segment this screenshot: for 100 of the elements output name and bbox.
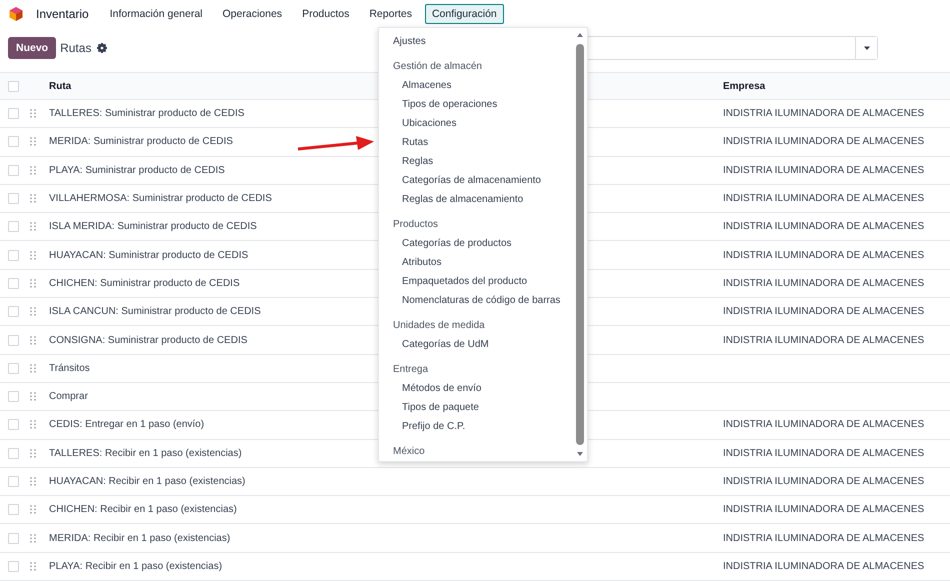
- row-checkbox[interactable]: [8, 362, 19, 374]
- row-checkbox[interactable]: [8, 193, 19, 204]
- menu-item[interactable]: Ubicaciones: [379, 114, 456, 133]
- menu-item[interactable]: Prefijo de C.P.: [379, 417, 466, 436]
- menu-item[interactable]: Rutas: [379, 133, 428, 152]
- table-cell: Comprar: [49, 391, 88, 402]
- menu-item[interactable]: Categorías de UdM: [379, 335, 489, 354]
- row-checkbox[interactable]: [8, 504, 19, 516]
- drag-handle-icon[interactable]: [30, 194, 36, 204]
- table-cell: INDISTRIA ILUMINADORA DE ALMACENES: [723, 164, 924, 176]
- nav-menu-item[interactable]: Configuración: [424, 4, 504, 24]
- caret-icon: [862, 45, 870, 51]
- drag-handle-icon[interactable]: [30, 392, 36, 402]
- table-cell: HUAYACAN: Recibir en 1 paso (existencias): [49, 476, 246, 487]
- table-cell: INDISTRIA ILUMINADORA DE ALMACENES: [723, 278, 924, 289]
- scroll-up-icon[interactable]: [576, 32, 584, 38]
- table-cell: INDISTRIA ILUMINADORA DE ALMACENES: [723, 136, 924, 148]
- table-cell: TALLERES: Recibir en 1 paso (existencias): [49, 448, 242, 459]
- menu-item[interactable]: Tipos de paquete: [379, 398, 479, 417]
- menu-item[interactable]: Almacenes: [379, 76, 452, 95]
- row-checkbox[interactable]: [8, 391, 19, 402]
- menu-section-header: Gestión de almacén: [392, 60, 482, 74]
- table-cell: Tránsitos: [49, 362, 90, 374]
- menu-item[interactable]: Métodos de envío: [379, 379, 482, 398]
- table-cell: CONSIGNA: Suministrar producto de CEDIS: [49, 334, 248, 346]
- menu-section-header: Productos: [392, 218, 438, 232]
- table-cell: INDISTRIA ILUMINADORA DE ALMACENES: [723, 560, 924, 572]
- drag-handle-icon[interactable]: [30, 222, 36, 232]
- table-cell: INDISTRIA ILUMINADORA DE ALMACENES: [723, 419, 924, 430]
- drag-handle-icon[interactable]: [30, 364, 36, 373]
- app-logo-icon[interactable]: [8, 6, 24, 22]
- menu-item[interactable]: Atributos: [379, 253, 442, 272]
- new-button[interactable]: Nuevo: [8, 37, 56, 59]
- app-name[interactable]: Inventario: [36, 7, 89, 21]
- drag-handle-icon[interactable]: [30, 166, 36, 175]
- row-checkbox[interactable]: [8, 278, 19, 289]
- row-checkbox[interactable]: [8, 419, 19, 430]
- drag-handle-icon[interactable]: [30, 477, 36, 486]
- row-checkbox[interactable]: [8, 306, 19, 318]
- table-cell: INDISTRIA ILUMINADORA DE ALMACENES: [723, 476, 924, 487]
- scrollbar-thumb[interactable]: [576, 44, 584, 445]
- nav-menu-item[interactable]: Productos: [295, 4, 356, 24]
- table-cell: TALLERES: Suministrar producto de CEDIS: [49, 108, 244, 120]
- menu-item[interactable]: Categorías de productos: [379, 234, 512, 253]
- table-cell: INDISTRIA ILUMINADORA DE ALMACENES: [723, 532, 924, 544]
- table-cell: INDISTRIA ILUMINADORA DE ALMACENES: [723, 334, 924, 346]
- drag-handle-icon[interactable]: [30, 307, 36, 316]
- table-cell: PLAYA: Recibir en 1 paso (existencias): [49, 560, 222, 572]
- table-cell: INDISTRIA ILUMINADORA DE ALMACENES: [723, 448, 924, 459]
- page-title[interactable]: Rutas: [60, 41, 92, 55]
- menu-item[interactable]: Empaquetados del producto: [379, 272, 528, 291]
- row-checkbox[interactable]: [8, 334, 19, 346]
- scroll-down-icon[interactable]: [576, 451, 584, 457]
- table-cell: VILLAHERMOSA: Suministrar producto de CEDIS: [49, 193, 272, 204]
- nav-menu-item[interactable]: Reportes: [362, 4, 419, 24]
- menu-item[interactable]: Nomenclaturas de código de barras: [379, 291, 560, 310]
- menu-section-header: Entrega: [392, 363, 428, 377]
- menu-item[interactable]: Tipos de operaciones: [379, 95, 498, 114]
- drag-handle-icon[interactable]: [30, 336, 36, 345]
- drag-handle-icon[interactable]: [30, 250, 36, 260]
- drag-handle-icon[interactable]: [30, 448, 36, 458]
- row-checkbox[interactable]: [8, 448, 19, 459]
- menu-section-header: México: [392, 445, 425, 459]
- menu-section-header: Unidades de medida: [392, 319, 485, 333]
- row-checkbox[interactable]: [8, 250, 19, 261]
- drag-handle-icon[interactable]: [30, 109, 36, 118]
- row-checkbox[interactable]: [8, 108, 19, 120]
- nav-menu-item[interactable]: Información general: [102, 4, 210, 24]
- column-header[interactable]: Empresa: [723, 80, 766, 92]
- table-cell: HUAYACAN: Suministrar producto de CEDIS: [49, 250, 248, 261]
- search-options-toggle[interactable]: [855, 37, 877, 59]
- table-cell: INDISTRIA ILUMINADORA DE ALMACENES: [723, 193, 924, 204]
- arrow-icon: [296, 133, 376, 153]
- drag-handle-icon[interactable]: [30, 420, 36, 430]
- table-cell: ISLA CANCUN: Suministrar producto de CEDIS: [49, 306, 261, 318]
- row-checkbox[interactable]: [8, 532, 19, 544]
- table-cell: INDISTRIA ILUMINADORA DE ALMACENES: [723, 108, 924, 120]
- row-checkbox[interactable]: [8, 136, 19, 148]
- table-cell: INDISTRIA ILUMINADORA DE ALMACENES: [723, 221, 924, 232]
- column-header[interactable]: Ruta: [49, 80, 72, 92]
- row-checkbox[interactable]: [8, 560, 19, 572]
- select-all-checkbox[interactable]: [8, 80, 19, 92]
- settings-icon[interactable]: [97, 43, 108, 53]
- menu-item[interactable]: Reglas de almacenamiento: [379, 190, 524, 209]
- drag-handle-icon[interactable]: [30, 137, 36, 146]
- drag-handle-icon[interactable]: [30, 505, 36, 514]
- table-cell: ISLA MERIDA: Suministrar producto de CEDIS: [49, 221, 257, 232]
- table-cell: MERIDA: Recibir en 1 paso (existencias): [49, 532, 230, 544]
- row-checkbox[interactable]: [8, 476, 19, 487]
- row-checkbox[interactable]: [8, 164, 19, 176]
- drag-handle-icon[interactable]: [30, 534, 36, 543]
- table-cell: INDISTRIA ILUMINADORA DE ALMACENES: [723, 306, 924, 318]
- menu-item[interactable]: Reglas: [379, 152, 434, 171]
- table-cell: CHICHEN: Recibir en 1 paso (existencias): [49, 504, 237, 516]
- nav-menu-item[interactable]: Operaciones: [216, 4, 290, 24]
- drag-handle-icon[interactable]: [30, 278, 36, 288]
- menu-item[interactable]: Ajustes: [379, 32, 426, 51]
- menu-item[interactable]: Categorías de almacenamiento: [379, 171, 541, 190]
- drag-handle-icon[interactable]: [30, 562, 36, 571]
- row-checkbox[interactable]: [8, 221, 19, 232]
